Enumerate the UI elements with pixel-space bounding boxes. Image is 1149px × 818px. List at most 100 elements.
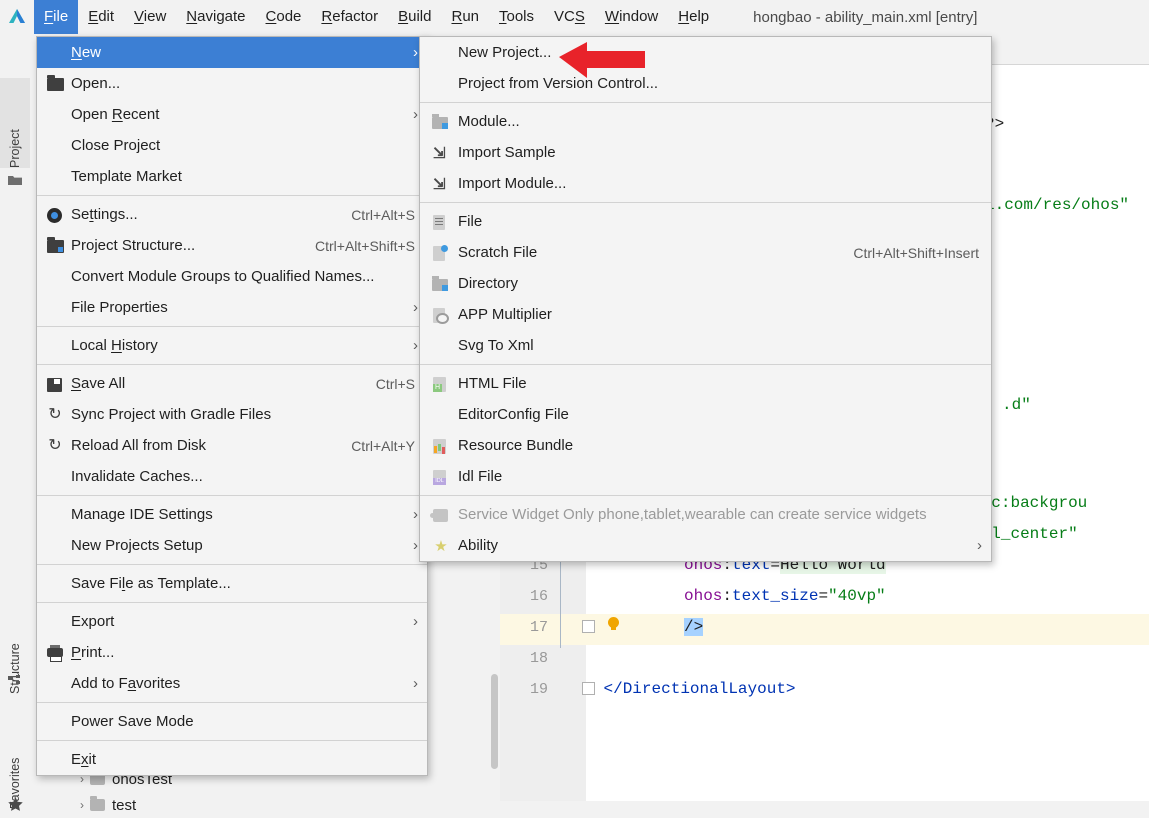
tool-window-favorites[interactable]: Favorites [0,714,30,809]
file-menu-item-template-market[interactable]: Template Market [37,161,427,192]
idl-file-icon [428,469,458,485]
file-menu-item-label: Sync Project with Gradle Files [71,406,272,423]
file-menu-popup: New › Open... Open Recent › Close Project Temp… [36,36,428,776]
file-menu-item-label: New [71,44,102,61]
new-submenu-item-resource-bundle[interactable]: Resource Bundle [420,430,991,461]
menubar-item-window[interactable]: Window [595,0,668,34]
new-submenu-item-label: New Project... [458,44,552,61]
file-menu-item-add-to-favorites[interactable]: Add to Favorites › [37,668,427,699]
file-menu-item-reload-all-from-disk[interactable]: ↻ Reload All from Disk Ctrl+Alt+Y [37,430,427,461]
new-submenu-item-import-module[interactable]: ⇲ Import Module... [420,168,991,199]
new-submenu-item-scratch-file[interactable]: Scratch File Ctrl+Alt+Shift+Insert [420,237,991,268]
new-submenu-item-file[interactable]: File [420,206,991,237]
file-menu-item-invalidate-caches[interactable]: Invalidate Caches... [37,461,427,492]
new-submenu-item-label: Idl File [458,468,503,485]
new-submenu-item-label: EditorConfig File [458,406,569,423]
html-file-icon [428,376,458,392]
file-menu-item-new-projects-setup[interactable]: New Projects Setup › [37,530,427,561]
chevron-right-icon[interactable]: › [74,798,90,812]
file-menu-item-label: Invalidate Caches... [71,468,203,485]
file-menu-item-open[interactable]: Open... [37,68,427,99]
file-menu-item-print[interactable]: Print... [37,637,427,668]
tree-item-test[interactable]: › test [30,792,500,818]
file-menu-item-project-structure[interactable]: Project Structure... Ctrl+Alt+Shift+S [37,230,427,261]
editor-code-line[interactable]: </DirectionalLayout> [604,680,796,698]
no-icon [43,676,71,692]
menu-separator [37,740,427,741]
file-menu-item-sync-project-with-gradle-files[interactable]: ↻ Sync Project with Gradle Files [37,399,427,430]
menu-item-shortcut: Ctrl+Alt+S [351,206,415,223]
file-menu-item-save-all[interactable]: Save All Ctrl+S [37,368,427,399]
menubar-item-file[interactable]: File [34,0,79,34]
file-menu-item-file-properties[interactable]: File Properties › [37,292,427,323]
code-fold-icon[interactable] [582,682,595,695]
new-submenu-item-label: Module... [458,113,520,130]
new-submenu-item-module[interactable]: Module... [420,106,991,137]
file-menu-item-label: Save File as Template... [71,575,231,592]
tool-window-project[interactable]: Project [0,78,30,168]
file-menu-item-label: Close Project [71,137,161,154]
new-submenu-item-label: APP Multiplier [458,306,552,323]
new-submenu-item-label: Directory [458,275,519,292]
menubar-item-view[interactable]: View [124,0,176,34]
menubar-item-edit[interactable]: Edit [78,0,124,34]
editor-line-number: 16 [529,588,548,605]
annotation-arrow-icon [557,40,647,87]
menu-separator [37,495,427,496]
file-menu-item-label: Local History [71,337,158,354]
no-icon [43,300,71,316]
file-menu-item-local-history[interactable]: Local History › [37,330,427,361]
sync-icon: ↻ [48,405,62,423]
file-menu-item-save-file-as-template[interactable]: Save File as Template... [37,568,427,599]
code-fold-icon[interactable] [582,620,595,633]
menu-separator [420,364,991,365]
menubar-item-run[interactable]: Run [441,0,489,34]
no-icon [428,76,458,92]
star-icon [7,796,23,812]
file-menu-item-close-project[interactable]: Close Project [37,130,427,161]
new-submenu-item-app-multiplier[interactable]: APP Multiplier [420,299,991,330]
file-menu-item-label: Print... [71,644,115,661]
menubar-item-navigate[interactable]: Navigate [176,0,255,34]
menu-item-shortcut: Ctrl+Alt+Shift+Insert [853,244,979,261]
new-submenu-item-html-file[interactable]: HTML File [420,368,991,399]
menubar-item-build[interactable]: Build [388,0,441,34]
no-icon [428,338,458,354]
file-menu-item-manage-ide-settings[interactable]: Manage IDE Settings › [37,499,427,530]
file-menu-item-settings[interactable]: Settings... Ctrl+Alt+S [37,199,427,230]
project-tree-scrollbar[interactable] [491,674,498,769]
file-menu-item-label: Add to Favorites [71,675,181,692]
menubar-item-vcs[interactable]: VCS [544,0,595,34]
new-submenu-item-editorconfig-file[interactable]: EditorConfig File [420,399,991,430]
menubar-item-refactor[interactable]: Refactor [311,0,388,34]
menubar-item-tools[interactable]: Tools [489,0,544,34]
new-submenu-item-import-sample[interactable]: ⇲ Import Sample [420,137,991,168]
code-fragment-id: .d" [1002,396,1031,414]
new-submenu-item-directory[interactable]: Directory [420,268,991,299]
file-menu-item-open-recent[interactable]: Open Recent › [37,99,427,130]
editor-line-number: 17 [529,619,548,636]
puzzle-icon [428,507,458,523]
file-menu-item-exit[interactable]: Exit [37,744,427,775]
new-submenu-item-service-widget-only-phone-tablet-wearabl: Service Widget Only phone,tablet,wearabl… [420,499,991,530]
file-menu-item-new[interactable]: New › [37,37,427,68]
file-menu-item-export[interactable]: Export › [37,606,427,637]
intention-bulb-icon[interactable] [608,617,619,630]
no-icon [43,576,71,592]
editor-code-line[interactable]: ohos:text_size="40vp" [684,587,886,605]
editor-code-line[interactable]: /> [684,618,704,636]
file-menu-item-convert-module-groups-to-qualified-names[interactable]: Convert Module Groups to Qualified Names… [37,261,427,292]
menu-separator [37,602,427,603]
new-submenu-item-svg-to-xml[interactable]: Svg To Xml [420,330,991,361]
menubar-item-code[interactable]: Code [256,0,312,34]
file-menu-item-power-save-mode[interactable]: Power Save Mode [37,706,427,737]
new-submenu-item-project-from-version-control[interactable]: Project from Version Control... [420,68,991,99]
new-submenu-item-new-project[interactable]: New Project... [420,37,991,68]
new-submenu-item-idl-file[interactable]: Idl File [420,461,991,492]
editor-current-line-highlight [500,614,1149,645]
new-submenu-item-ability[interactable]: ★ Ability › [420,530,991,561]
menubar-item-help[interactable]: Help [668,0,719,34]
chevron-right-icon: › [977,537,982,554]
new-submenu-item-label: File [458,213,483,230]
code-token: </DirectionalLayout> [603,680,796,698]
